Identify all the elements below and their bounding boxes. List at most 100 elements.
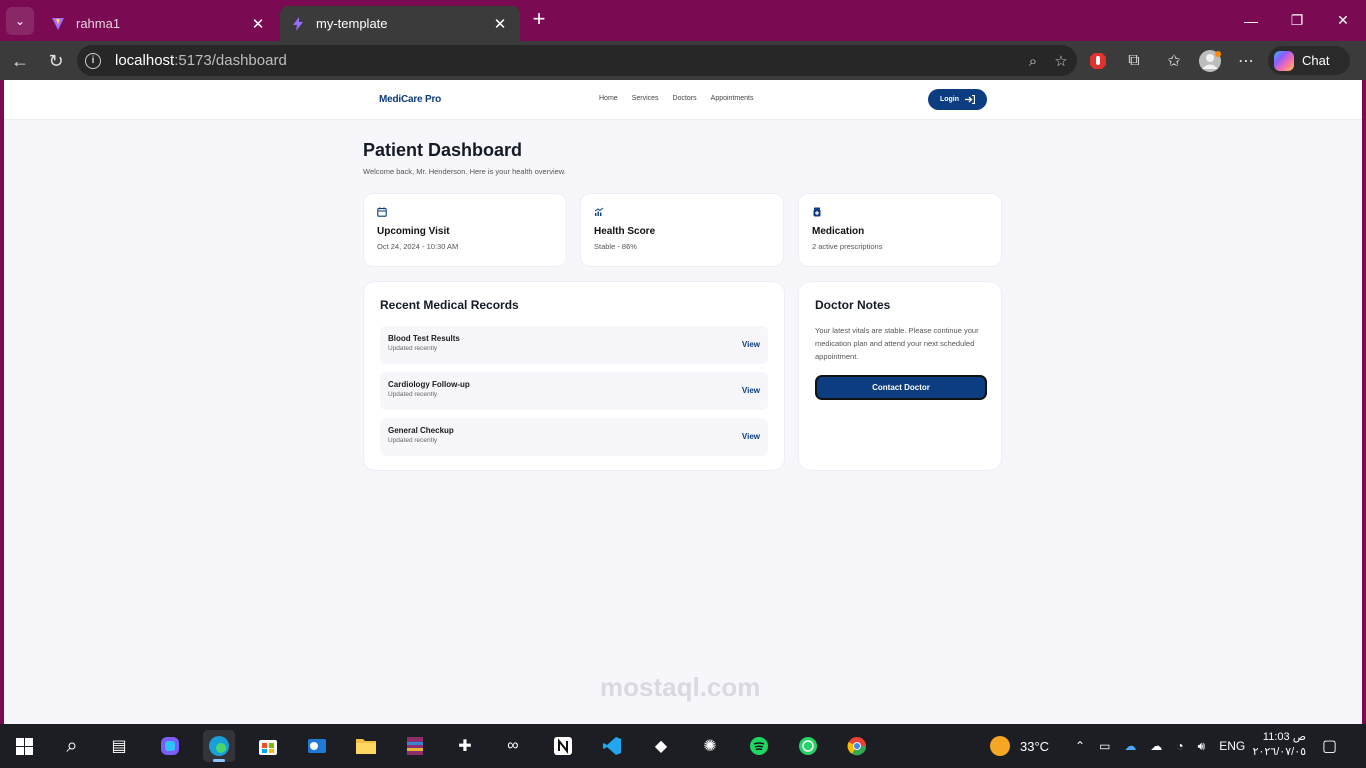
login-arrow-icon xyxy=(965,95,976,104)
contact-doctor-button[interactable]: Contact Doctor xyxy=(815,375,987,400)
health-score-card: Health Score Stable - 86% xyxy=(580,193,784,267)
outlook-icon[interactable] xyxy=(301,730,333,762)
git-app-icon[interactable]: ◆ xyxy=(645,730,677,762)
bolt-favicon-icon xyxy=(290,16,306,32)
site-info-icon[interactable]: i xyxy=(85,52,101,69)
login-button[interactable]: Login xyxy=(928,89,987,110)
language-indicator[interactable]: ENG xyxy=(1219,739,1245,753)
main-nav: Home Services Doctors Appointments xyxy=(599,95,753,102)
battery-icon[interactable]: ▭ xyxy=(1099,739,1110,753)
tab-title: my-template xyxy=(316,16,388,31)
new-tab-icon[interactable]: + xyxy=(528,8,550,31)
chatgpt-icon[interactable]: ✺ xyxy=(694,730,726,762)
extensions-puzzle-icon[interactable]: ⧉ xyxy=(1122,49,1146,73)
more-options-icon[interactable]: ⋯ xyxy=(1234,49,1258,73)
adblock-extension-icon[interactable] xyxy=(1086,49,1110,73)
notion-icon[interactable] xyxy=(547,730,579,762)
microsoft-store-icon[interactable] xyxy=(252,730,284,762)
browser-tab-rahma1[interactable]: rahma1 ✕ xyxy=(40,6,278,41)
minimize-icon[interactable]: — xyxy=(1228,0,1274,41)
browser-tab-strip: ⌄ rahma1 ✕ my-template ✕ + — ❐ ✕ xyxy=(0,0,1366,41)
system-tray: ⌃ ▭ ☁ ☁ ◔ 🔊︎ ENG xyxy=(1075,724,1245,768)
favorites-icon[interactable]: ✩ xyxy=(1162,49,1186,73)
record-name: Blood Test Results xyxy=(388,334,460,343)
upcoming-visit-card: Upcoming Visit Oct 24, 2024 - 10:30 AM xyxy=(363,193,567,267)
record-name: General Checkup xyxy=(388,426,454,435)
dashboard-main: Patient Dashboard Welcome back, Mr. Hend… xyxy=(363,136,1003,471)
zoom-icon[interactable]: ⌕ xyxy=(1023,51,1043,71)
medication-card: Medication 2 active prescriptions xyxy=(798,193,1002,267)
card-title: Upcoming Visit xyxy=(377,226,450,237)
card-title: Health Score xyxy=(594,226,656,237)
copilot-chat-button[interactable]: Chat xyxy=(1268,46,1350,75)
nav-home[interactable]: Home xyxy=(599,95,618,102)
tab-title: rahma1 xyxy=(76,16,121,31)
whatsapp-icon[interactable] xyxy=(792,730,824,762)
clock-date: ٢٠٢٦/٠٧/٠٥ xyxy=(1252,746,1306,758)
page-title: Patient Dashboard xyxy=(363,140,523,160)
record-meta: Updated recently xyxy=(388,391,438,398)
list-item: General Checkup Updated recently View xyxy=(380,418,768,456)
copilot-app-icon[interactable] xyxy=(154,730,186,762)
windows-start-icon[interactable] xyxy=(8,730,40,762)
card-value: 2 active prescriptions xyxy=(812,242,883,251)
view-record-button[interactable]: View xyxy=(742,386,760,395)
winrar-icon[interactable] xyxy=(399,730,431,762)
edge-browser-icon[interactable] xyxy=(203,730,235,762)
task-view-icon[interactable]: ▤ xyxy=(103,730,135,762)
restore-icon[interactable]: ❐ xyxy=(1274,0,1320,41)
nav-services[interactable]: Services xyxy=(632,95,659,102)
taskbar: ⌕ ▤ ✚ ∞ ◆ ✺ 33°C ⌃ ▭ ☁ ☁ ◔ 🔊︎ ENG 11:03 … xyxy=(0,724,1366,768)
cloud-sync-icon[interactable]: ☁ xyxy=(1150,739,1162,753)
copilot-icon xyxy=(1274,50,1294,71)
volume-icon[interactable]: 🔊︎ xyxy=(1198,739,1206,754)
page-subtitle: Welcome back, Mr. Henderson. Here is you… xyxy=(363,167,566,176)
nav-doctors[interactable]: Doctors xyxy=(673,95,697,102)
record-meta: Updated recently xyxy=(388,345,438,352)
login-label: Login xyxy=(939,96,960,103)
close-window-icon[interactable]: ✕ xyxy=(1320,0,1366,41)
address-bar[interactable]: i localhost:5173/dashboard ⌕ ☆ xyxy=(77,45,1077,76)
clock[interactable]: 11:03 ص ٢٠٢٦/٠٧/٠٥ xyxy=(1248,730,1306,760)
puzzle-app-icon[interactable]: ✚ xyxy=(449,730,481,762)
chat-label: Chat xyxy=(1302,53,1330,68)
spotify-icon[interactable] xyxy=(743,730,775,762)
back-arrow-icon[interactable]: ← xyxy=(7,48,33,74)
card-value: Stable - 86% xyxy=(594,242,637,251)
show-hidden-icons-chevron-icon[interactable]: ⌃ xyxy=(1075,739,1085,753)
vite-favicon-icon xyxy=(50,16,66,32)
reload-icon[interactable]: ↻ xyxy=(43,48,69,74)
profile-avatar-icon[interactable] xyxy=(1198,49,1222,73)
close-tab-icon[interactable]: ✕ xyxy=(248,15,268,33)
page-viewport: MediCare Pro Home Services Doctors Appoi… xyxy=(4,80,1362,724)
close-tab-icon[interactable]: ✕ xyxy=(490,15,510,33)
favorite-star-icon[interactable]: ☆ xyxy=(1051,51,1071,71)
records-title: Recent Medical Records xyxy=(380,298,519,312)
url-text: localhost:5173/dashboard xyxy=(115,52,287,69)
notes-title: Doctor Notes xyxy=(815,298,891,312)
search-icon[interactable]: ⌕ xyxy=(56,730,88,762)
onedrive-cloud-icon[interactable]: ☁ xyxy=(1124,739,1136,753)
tab-search-chevron-icon[interactable]: ⌄ xyxy=(6,7,34,35)
list-item: Blood Test Results Updated recently View xyxy=(380,326,768,364)
file-explorer-icon[interactable] xyxy=(350,730,382,762)
infinity-app-icon[interactable]: ∞ xyxy=(497,730,529,762)
recent-records-panel: Recent Medical Records Blood Test Result… xyxy=(363,281,785,471)
weather-widget[interactable]: 33°C xyxy=(990,724,1049,768)
list-item: Cardiology Follow-up Updated recently Vi… xyxy=(380,372,768,410)
card-value: Oct 24, 2024 - 10:30 AM xyxy=(377,242,459,251)
notifications-icon[interactable]: ▢ xyxy=(1322,724,1337,768)
nav-appointments[interactable]: Appointments xyxy=(711,95,754,102)
vscode-icon[interactable] xyxy=(596,730,628,762)
calendar-icon xyxy=(377,207,387,217)
notes-text: Your latest vitals are stable. Please co… xyxy=(815,326,979,361)
brand-logo[interactable]: MediCare Pro xyxy=(379,94,441,105)
view-record-button[interactable]: View xyxy=(742,432,760,441)
view-record-button[interactable]: View xyxy=(742,340,760,349)
wifi-icon[interactable]: ◔ xyxy=(1176,739,1183,753)
browser-tab-my-template[interactable]: my-template ✕ xyxy=(280,6,520,41)
summary-cards: Upcoming Visit Oct 24, 2024 - 10:30 AM H… xyxy=(363,193,1003,267)
card-title: Medication xyxy=(812,226,865,237)
chart-icon xyxy=(594,207,604,217)
chrome-icon[interactable] xyxy=(841,730,873,762)
